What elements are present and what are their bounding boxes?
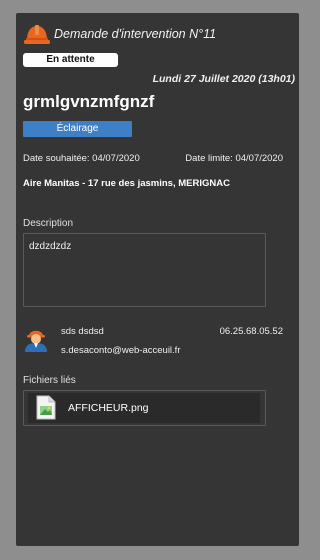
- description-box[interactable]: dzdzdzdz: [23, 233, 266, 307]
- hard-hat-icon: [24, 25, 50, 44]
- file-item[interactable]: AFFICHEUR.png: [28, 393, 260, 423]
- category-badge: Éclairage: [23, 121, 132, 137]
- contact-block: sds dsdsd s.desaconto@web-acceuil.fr 06.…: [23, 324, 283, 358]
- contact-name: sds dsdsd: [61, 326, 104, 337]
- status-badge: En attente: [23, 53, 118, 67]
- files-label: Fichiers liés: [23, 375, 76, 386]
- contact-email[interactable]: s.desaconto@web-acceuil.fr: [61, 345, 180, 356]
- request-subject: grmlgvnzmfgnzf: [23, 92, 155, 111]
- dates-row: Date souhaitée: 04/07/2020 Date limite: …: [23, 153, 283, 164]
- wished-date: Date souhaitée: 04/07/2020: [23, 153, 140, 164]
- due-date: Date limite: 04/07/2020: [185, 153, 283, 164]
- card-header: Demande d'intervention N°11: [23, 20, 283, 54]
- address: Aire Manitas - 17 rue des jasmins, MERIG…: [23, 178, 230, 189]
- description-label: Description: [23, 218, 74, 229]
- page-title: Demande d'intervention N°11: [54, 27, 217, 41]
- files-box: AFFICHEUR.png: [23, 390, 266, 426]
- request-date: Lundi 27 Juillet 2020 (13h01): [152, 73, 295, 85]
- image-file-icon: [36, 395, 56, 420]
- user-avatar-icon: [25, 330, 47, 352]
- description-text: dzdzdzdz: [29, 241, 72, 252]
- contact-phone[interactable]: 06.25.68.05.52: [220, 326, 283, 337]
- file-name: AFFICHEUR.png: [68, 402, 149, 414]
